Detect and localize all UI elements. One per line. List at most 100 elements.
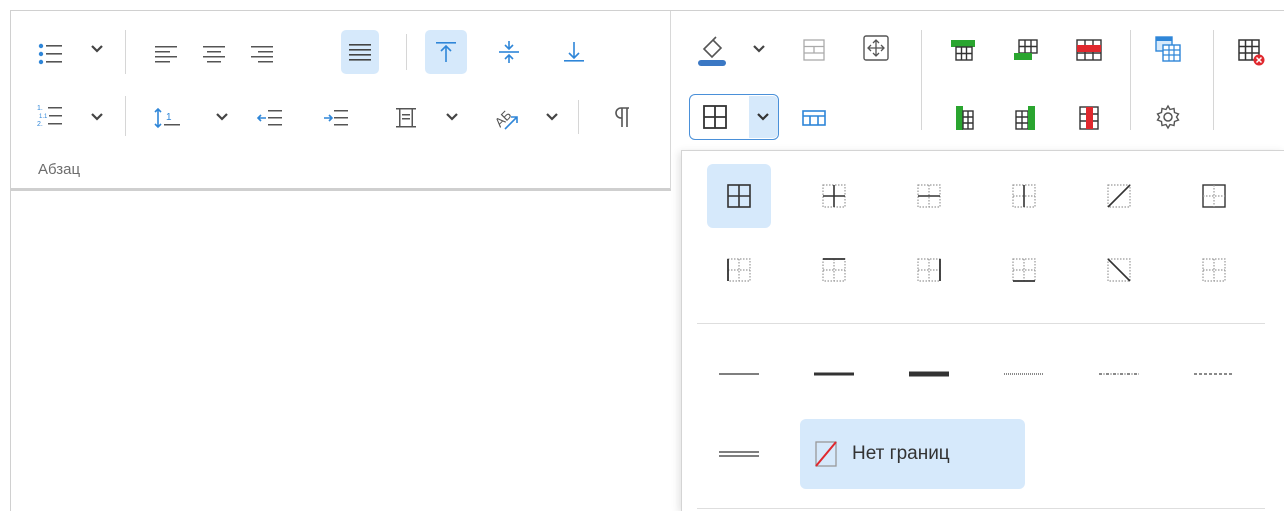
delete-column-icon [1079, 106, 1099, 130]
no-border-preset-option[interactable] [1182, 238, 1246, 302]
line-style-double[interactable] [707, 422, 771, 486]
line-style-thick[interactable] [897, 342, 961, 406]
svg-text:1.: 1. [37, 105, 43, 112]
insert-column-right-button[interactable] [1005, 98, 1047, 138]
align-right-icon [251, 46, 273, 63]
insert-row-above-icon [951, 40, 975, 61]
line-style-dotted[interactable] [992, 342, 1056, 406]
increase-indent-button[interactable] [316, 98, 356, 138]
separator [125, 96, 126, 136]
decrease-indent-button[interactable] [250, 98, 290, 138]
increase-indent-icon [324, 110, 348, 126]
inside-horizontal-borders-icon [917, 184, 941, 208]
cell-fill-color-button[interactable] [690, 26, 734, 72]
insert-row-above-button[interactable] [942, 30, 984, 70]
inside-vertical-borders-option[interactable] [992, 164, 1056, 228]
all-borders-button[interactable] [693, 98, 737, 136]
merge-cells-button[interactable] [794, 30, 834, 70]
align-center-icon [203, 46, 225, 63]
diagonal-down-border-icon [1107, 258, 1131, 282]
separator [406, 34, 407, 70]
chevron-down-icon[interactable] [215, 110, 229, 124]
insert-column-left-icon [956, 106, 974, 130]
diagonal-up-border-option[interactable] [1087, 164, 1151, 228]
align-center-button[interactable] [194, 34, 234, 74]
table-move-button[interactable] [856, 28, 896, 68]
thick-line-icon [909, 371, 949, 377]
group-label-paragraph: Абзац [38, 161, 81, 178]
line-style-dashed[interactable] [1182, 342, 1246, 406]
align-top-button[interactable] [425, 30, 467, 74]
split-cells-button[interactable] [794, 98, 834, 138]
chevron-down-icon[interactable] [90, 110, 104, 124]
justify-button[interactable] [341, 30, 379, 74]
no-border-icon [1202, 258, 1226, 282]
delete-table-button[interactable] [1228, 30, 1272, 72]
diagonal-down-border-option[interactable] [1087, 238, 1151, 302]
delete-row-button[interactable] [1068, 30, 1110, 70]
numbered-list-button[interactable]: 1. 1.1 2. [30, 96, 70, 136]
dash-dot-line-icon [1099, 373, 1139, 375]
bottom-border-option[interactable] [992, 238, 1056, 302]
left-border-icon [727, 258, 751, 282]
delete-row-icon [1076, 39, 1102, 61]
inside-horizontal-borders-option[interactable] [897, 164, 961, 228]
merge-cells-icon [803, 39, 825, 61]
insert-column-left-button[interactable] [942, 98, 984, 138]
line-style-medium[interactable] [802, 342, 866, 406]
bulleted-list-button[interactable] [30, 34, 70, 74]
all-borders-option[interactable] [707, 164, 771, 228]
align-bottom-icon [564, 42, 584, 62]
delete-column-button[interactable] [1068, 98, 1110, 138]
borders-dropdown-arrow[interactable] [749, 96, 778, 138]
right-border-icon [917, 258, 941, 282]
no-borders-label: Нет границ [852, 443, 950, 464]
chevron-down-icon[interactable] [90, 42, 104, 56]
separator [125, 30, 126, 74]
double-line-icon [719, 451, 759, 457]
gear-icon [1156, 104, 1180, 130]
pilcrow-icon [615, 107, 629, 127]
align-bottom-button[interactable] [553, 30, 595, 74]
chevron-down-icon[interactable] [545, 110, 559, 124]
separator [1213, 30, 1214, 130]
align-left-button[interactable] [146, 34, 186, 74]
line-style-thin[interactable] [707, 342, 771, 406]
multilevel-list-icon: 1. 1.1 2. [37, 105, 62, 128]
align-middle-button[interactable] [488, 30, 530, 74]
no-borders-icon [815, 441, 837, 467]
right-border-option[interactable] [897, 238, 961, 302]
show-formatting-marks-button[interactable] [605, 98, 641, 138]
chevron-down-icon[interactable] [445, 110, 459, 124]
text-direction-icon: АБ [492, 107, 518, 130]
cell-margins-button[interactable] [386, 98, 426, 138]
separator [578, 100, 579, 134]
split-cells-icon [802, 110, 826, 126]
ribbon-bottom-edge [11, 188, 671, 191]
inside-vertical-borders-icon [1012, 184, 1036, 208]
menu-separator [697, 323, 1265, 324]
window-top-border [10, 10, 1284, 11]
text-direction-button[interactable]: АБ [486, 98, 528, 138]
cell-margins-icon [396, 108, 416, 128]
delete-table-icon [1238, 39, 1265, 66]
inside-cross-border-option[interactable] [1182, 164, 1246, 228]
table-properties-button[interactable] [1146, 96, 1190, 138]
paint-bucket-icon [698, 36, 726, 66]
svg-text:1.1: 1.1 [39, 114, 48, 120]
top-border-option[interactable] [802, 238, 866, 302]
chevron-down-icon[interactable] [752, 42, 766, 56]
justify-icon [349, 44, 371, 61]
no-borders-button[interactable]: Нет границ [800, 419, 1025, 489]
separator [921, 30, 922, 130]
align-right-button[interactable] [242, 34, 282, 74]
inside-borders-option[interactable] [802, 164, 866, 228]
table-style-button[interactable] [1146, 28, 1190, 70]
bulleted-list-icon [38, 43, 62, 65]
line-style-dash-dot[interactable] [1087, 342, 1151, 406]
insert-column-right-icon [1015, 106, 1035, 130]
line-spacing-button[interactable]: 1 [148, 98, 188, 138]
move-handle-icon [863, 35, 889, 61]
insert-row-below-button[interactable] [1005, 30, 1047, 70]
left-border-option[interactable] [707, 238, 771, 302]
